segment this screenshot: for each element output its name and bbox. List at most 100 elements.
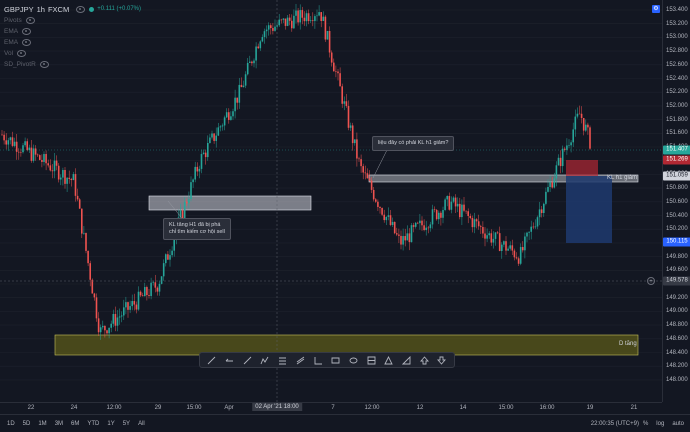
candle-body [442,210,444,218]
stop-zone [566,176,612,243]
range-button-3m[interactable]: 3M [51,421,67,427]
symbol-name[interactable]: GBPJPY [4,5,34,14]
candle-body [530,226,532,232]
candle-body [335,71,337,72]
candle-body [253,60,255,64]
time-tick-label: Apr [224,405,234,411]
candle-body [36,154,39,156]
candle-body [528,231,530,233]
candle-body [477,221,480,227]
rectangle-icon[interactable] [331,356,340,365]
price-tick-label: 152.200 [666,89,688,96]
price-tick-label: 150.400 [666,212,688,219]
candle-body [400,235,402,245]
candle-body [402,236,404,245]
settings-icon[interactable]: ⚙ [652,5,660,13]
arrow-down-icon[interactable] [437,356,447,365]
long-position-icon[interactable] [367,356,376,365]
range-button-5d[interactable]: 5D [19,421,35,427]
candle-body [89,263,91,280]
candle-body [536,217,539,227]
candle-body [60,177,62,180]
price-tick-label: 149.600 [666,267,688,274]
indicator-row[interactable]: Vol [4,48,141,58]
candle-body [137,291,140,310]
channel-icon[interactable] [296,356,305,365]
range-button-6m[interactable]: 6M [67,421,83,427]
candle-body [204,152,207,158]
indicator-row[interactable]: SD_PivotR [4,59,141,69]
eye-icon[interactable] [76,5,86,13]
fib-icon[interactable] [278,356,287,365]
candle-body [316,15,318,17]
line-icon[interactable] [243,356,252,365]
candle-body [72,174,75,181]
candle-body [333,62,335,72]
range-button-1y[interactable]: 1Y [103,421,118,427]
ray-icon[interactable] [225,356,234,365]
candle-body [5,140,7,145]
chart-area[interactable]: GBPJPY 1h FXCM +0.111 (+0.07%) Pivots EM… [0,0,662,402]
gann-icon[interactable] [314,356,323,365]
interval[interactable]: 1h [37,5,45,14]
range-button-all[interactable]: All [134,421,149,427]
indicator-row[interactable]: EMA [4,37,141,47]
time-tick-label: 12:00 [106,405,122,411]
candle-body [578,113,581,115]
eye-icon[interactable] [25,16,35,24]
candle-body [568,145,570,146]
range-button-ytd[interactable]: YTD [83,421,103,427]
candle-body [249,61,251,63]
ellipse-icon[interactable] [349,356,358,365]
brush-icon[interactable] [207,356,216,365]
candle-body [141,295,144,297]
measure-icon[interactable] [402,355,411,365]
symbol-row: GBPJPY 1h FXCM +0.111 (+0.07%) [4,4,141,14]
candle-body [39,155,41,160]
log-toggle[interactable]: log [652,421,668,427]
candle-body [28,147,31,151]
candle-body [158,283,161,292]
label-kl-h1-giam[interactable]: KL h1 giảm [607,175,637,181]
candle-body [246,62,249,75]
range-button-1d[interactable]: 1D [3,421,19,427]
candle-body [538,209,541,218]
eye-icon[interactable] [39,60,49,68]
eye-icon[interactable] [22,27,32,35]
price-tick-label: 149.200 [666,294,688,301]
range-button-1m[interactable]: 1M [34,421,50,427]
candle-body [576,113,579,117]
range-button-5y[interactable]: 5Y [119,421,134,427]
price-tick-label: 148.800 [666,322,688,329]
arrow-up-icon[interactable] [419,355,429,365]
pattern-icon[interactable] [260,356,269,365]
candle-body [566,145,568,150]
annotation-question[interactable]: liệu đây có phải KL h1 giảm? [372,136,455,151]
add-alert-icon[interactable]: + [647,277,655,285]
candle-body [301,10,304,18]
candle-body [78,199,81,209]
candle-body [152,282,154,283]
eye-icon[interactable] [22,38,32,46]
candle-body [452,197,455,202]
candle-body [81,208,83,234]
indicator-row[interactable]: Pivots [4,15,141,25]
eye-icon[interactable] [17,49,27,57]
label-d-tang[interactable]: D tăng [619,341,637,347]
annotation-kl-tang[interactable]: KL tăng H1 đã bị phá chỉ tìm kiếm cơ hội… [163,218,231,240]
candle-body [183,201,186,219]
price-axis[interactable]: ⚙ 153.400 153.200 153.000 152.800 152.600 152… [647,0,690,402]
triangle-icon[interactable] [384,355,394,365]
indicator-name: Pivots [4,16,22,24]
candle-body [267,25,270,30]
price-tick-label: 151.600 [666,130,688,137]
percent-toggle[interactable]: % [639,421,652,427]
candle-body [202,152,205,154]
candle-body [503,241,505,245]
indicator-row[interactable]: EMA [4,26,141,36]
time-tick-label: 21 [630,405,638,411]
candle-body [498,233,501,251]
auto-toggle[interactable]: auto [668,421,690,427]
candle-body [582,118,585,131]
candle-body [209,137,211,143]
